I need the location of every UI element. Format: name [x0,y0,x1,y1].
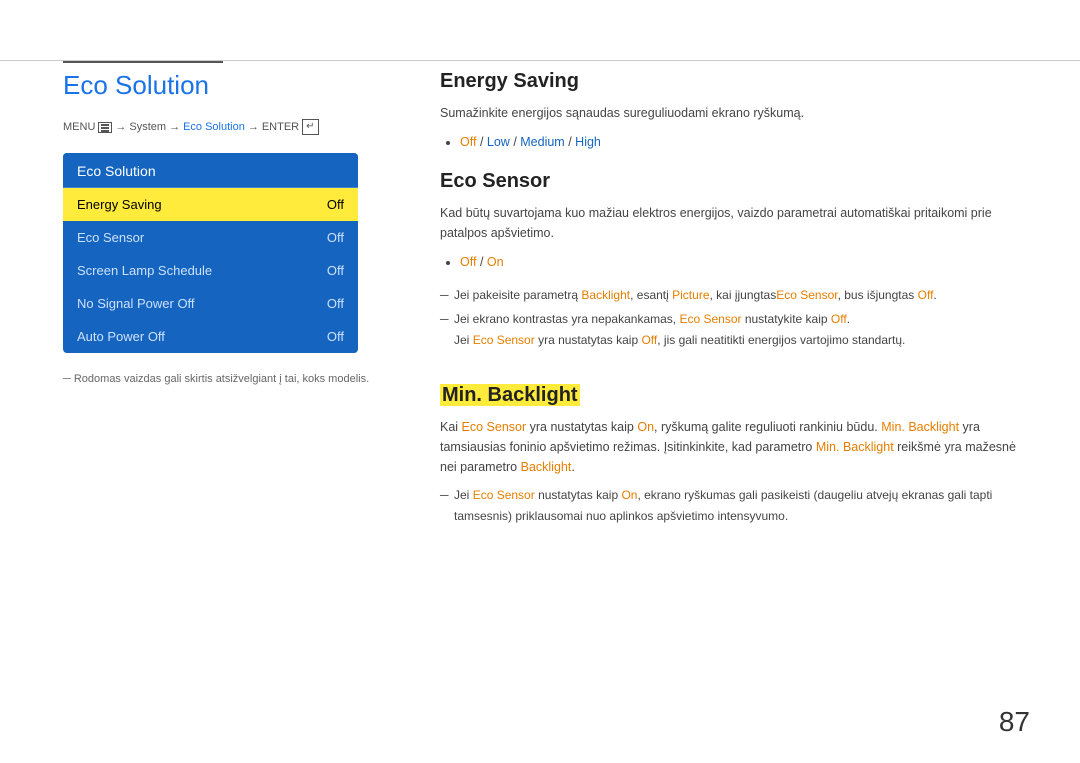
eco-off-label: Off [460,255,476,269]
low-label: Low [487,135,510,149]
separator1: / [480,135,487,149]
eco-sensor-bullet: Off / On [460,251,1030,274]
breadcrumb: MENU → System → Eco Solution → ENTER ↵ [63,119,383,135]
menu-item-eco-sensor[interactable]: Eco Sensor Off [63,221,358,254]
page-number: 87 [999,706,1030,738]
eco-sensor-note2: Jei ekrano kontrastas yra nepakankamas, … [440,309,1030,350]
off-label: Off [460,135,476,149]
note-text: Rodomas vaizdas gali skirtis atsižvelgia… [63,371,383,388]
eco-on-label: On [487,255,504,269]
high-label: High [575,135,601,149]
eco-sensor-desc: Kad būtų suvartojama kuo mažiau elektros… [440,203,1030,243]
menu-item-no-signal-power-off[interactable]: No Signal Power Off Off [63,287,358,320]
menu-label: MENU [63,121,95,133]
menu-item-screen-lamp-schedule[interactable]: Screen Lamp Schedule Off [63,254,358,287]
min-backlight-highlight: Min. Backlight [440,384,580,406]
menu-item-auto-power-off[interactable]: Auto Power Off Off [63,320,358,353]
menu-item-label: Eco Sensor [77,230,144,245]
menu-item-value: Off [327,263,344,278]
min-backlight-heading: Min. Backlight [440,384,1030,407]
right-column: Energy Saving Sumažinkite energijos sąna… [440,70,1030,542]
menu-item-label: No Signal Power Off [77,296,195,311]
menu-item-value: Off [327,230,344,245]
energy-saving-desc: Sumažinkite energijos sąnaudas sureguliu… [440,103,1030,123]
breadcrumb-arrow1: → [115,121,126,133]
eco-sensor-note1: Jei pakeisite parametrą Backlight, esant… [440,285,1030,305]
breadcrumb-arrow2: → [169,121,180,133]
min-backlight-section: Min. Backlight Kai Eco Sensor yra nustat… [440,384,1030,526]
menu-item-energy-saving[interactable]: Energy Saving Off [63,188,358,221]
menu-item-label: Energy Saving [77,197,162,212]
eco-sep: / [480,255,487,269]
eco-sensor-section: Eco Sensor Kad būtų suvartojama kuo maži… [440,170,1030,351]
menu-item-value: Off [327,296,344,311]
top-divider [0,60,1080,61]
page-title: Eco Solution [63,70,383,101]
breadcrumb-system: System [129,121,166,133]
breadcrumb-arrow3: → [248,121,259,133]
min-backlight-desc: Kai Eco Sensor yra nustatytas kaip On, r… [440,417,1030,477]
min-backlight-note: Jei Eco Sensor nustatytas kaip On, ekran… [440,485,1030,526]
energy-saving-section: Energy Saving Sumažinkite energijos sąna… [440,70,1030,154]
left-column: Eco Solution MENU → System → Eco Solutio… [63,70,383,388]
energy-saving-bullets: Off / Low / Medium / High [460,131,1030,154]
breadcrumb-enter: ENTER [262,121,299,133]
menu-box-title: Eco Solution [63,153,358,188]
menu-item-value: Off [327,329,344,344]
eco-sensor-bullets: Off / On [460,251,1030,274]
eco-solution-menu: Eco Solution Energy Saving Off Eco Senso… [63,153,358,353]
medium-label: Medium [520,135,564,149]
energy-saving-heading: Energy Saving [440,70,1030,93]
breadcrumb-eco: Eco Solution [183,121,245,133]
menu-item-label: Auto Power Off [77,329,165,344]
eco-sensor-heading: Eco Sensor [440,170,1030,193]
menu-item-value: Off [327,197,344,212]
energy-saving-bullet: Off / Low / Medium / High [460,131,1030,154]
menu-item-label: Screen Lamp Schedule [77,263,212,278]
